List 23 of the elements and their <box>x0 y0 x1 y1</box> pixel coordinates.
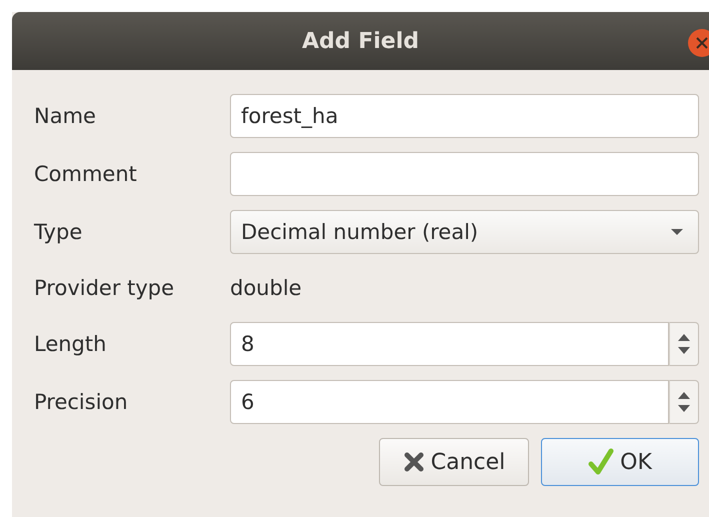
field-label: Comment <box>34 162 138 186</box>
provider-type-value: double <box>230 275 303 302</box>
text-field[interactable]: forest_ha <box>230 94 699 138</box>
number-field[interactable]: 6 <box>230 380 669 424</box>
dropdown-arrow-icon <box>670 228 684 236</box>
spin-arrows-icon[interactable] <box>677 390 691 414</box>
window-title: Add Field <box>302 28 419 54</box>
field-label: Length <box>34 332 108 356</box>
field-label: Type <box>34 220 84 244</box>
spin-arrows-icon[interactable] <box>677 332 691 356</box>
spin-buttons[interactable] <box>669 322 699 366</box>
close-icon[interactable] <box>687 28 709 58</box>
text-field[interactable] <box>230 152 699 196</box>
spin-buttons[interactable] <box>669 380 699 424</box>
cross-icon <box>402 451 425 473</box>
cancel-button[interactable]: Cancel <box>379 438 529 486</box>
number-field[interactable]: 8 <box>230 322 669 366</box>
field-label: Precision <box>34 390 129 414</box>
ok-button[interactable]: OK <box>541 438 699 486</box>
field-label: Provider type <box>34 276 176 300</box>
type-dropdown[interactable]: Decimal number (real) <box>230 210 699 254</box>
checkmark-icon <box>588 448 614 476</box>
field-label: Name <box>34 104 97 128</box>
